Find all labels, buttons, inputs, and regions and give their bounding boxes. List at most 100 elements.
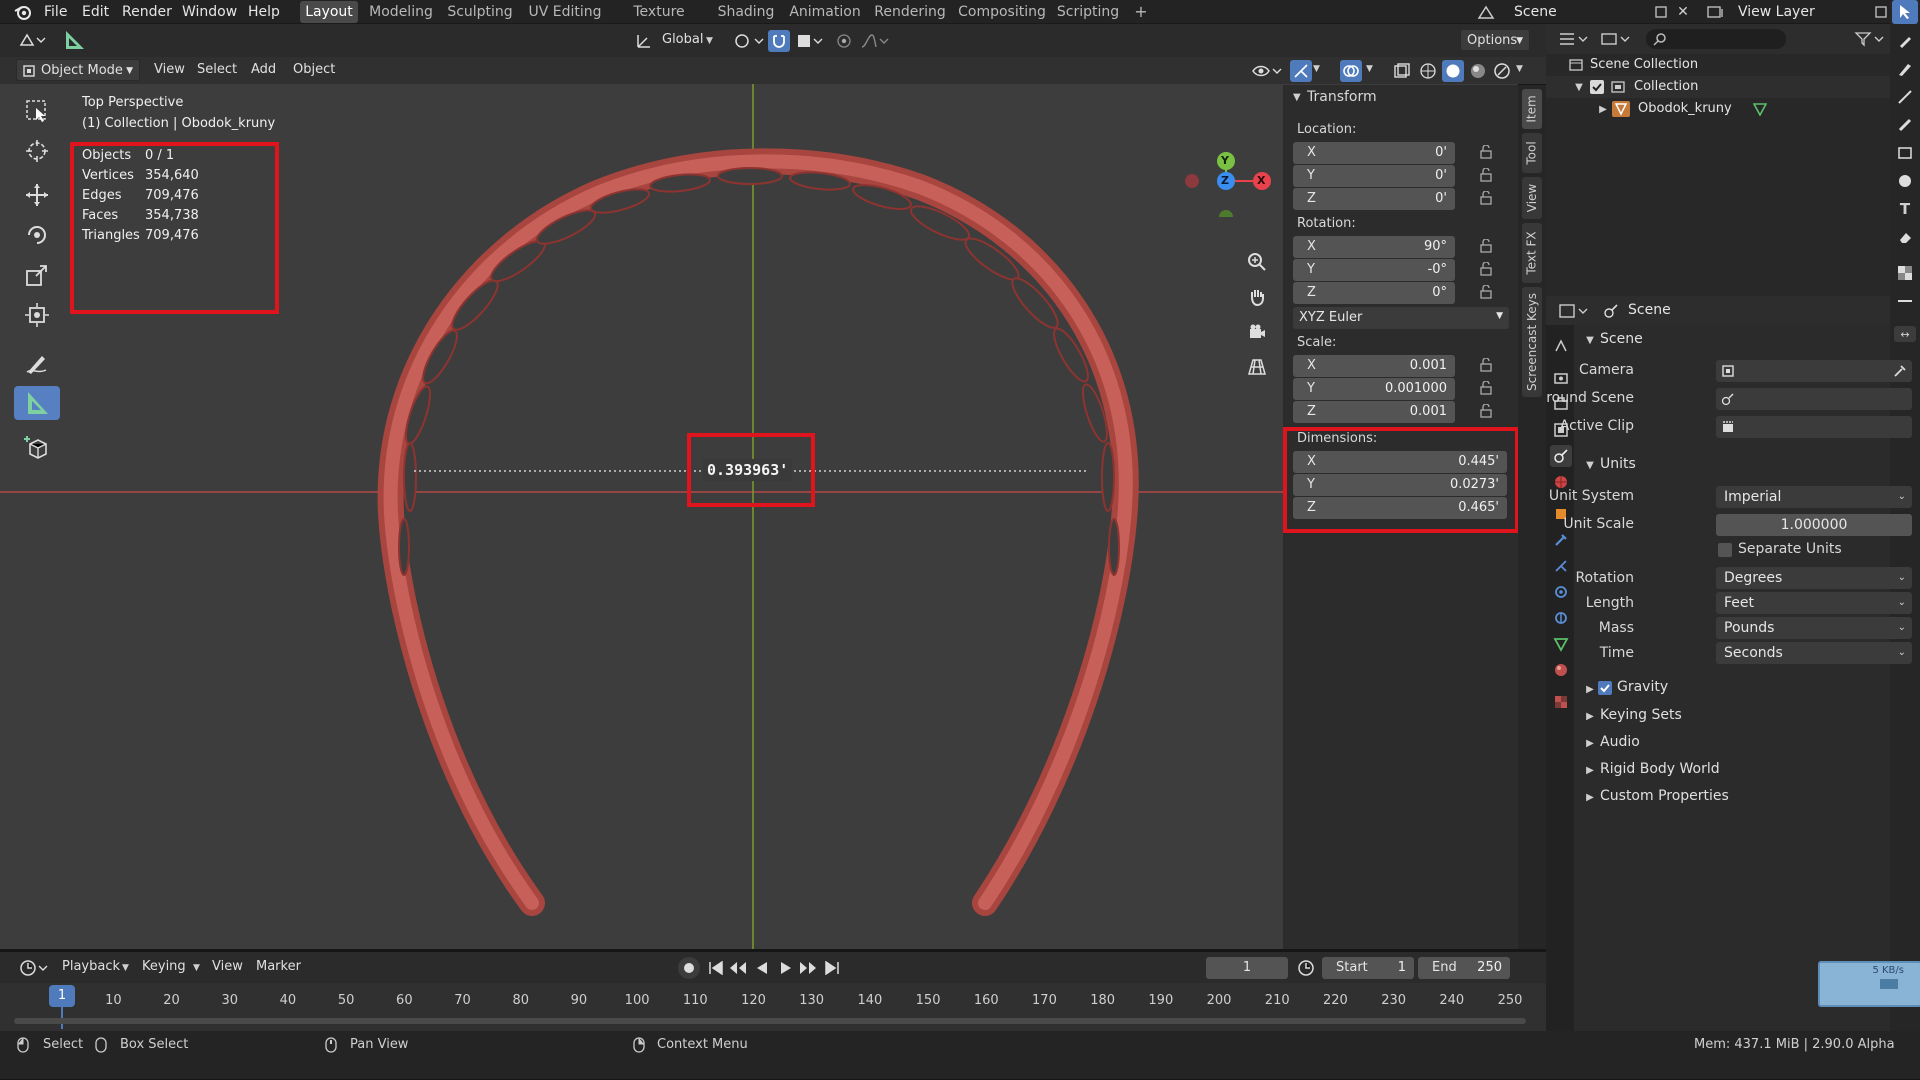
transform-tool-icon[interactable] (14, 298, 60, 332)
wireframe-shading-icon[interactable] (1418, 61, 1438, 81)
cursor-tool-icon[interactable] (14, 134, 60, 168)
scale-x-field[interactable]: X 0.001 (1293, 355, 1455, 377)
lock-scale-z-icon[interactable] (1479, 403, 1497, 420)
gravity-expand-icon[interactable]: ▶ (1584, 683, 1596, 695)
units-panel-collapse-icon[interactable]: ▼ (1584, 459, 1596, 471)
chevron-down-icon[interactable]: ▼ (1516, 64, 1523, 74)
menu-playback[interactable]: Playback (56, 956, 126, 978)
pivot-point-icon[interactable] (732, 31, 768, 51)
scene-panel-title[interactable]: Scene (1600, 331, 1643, 347)
lock-rotation-z-icon[interactable] (1479, 284, 1497, 301)
tab-text-fx[interactable]: Text FX (1522, 223, 1542, 283)
tab-layout[interactable]: Layout (300, 1, 358, 23)
mode-dropdown[interactable]: Object Mode ▼ (16, 59, 140, 81)
snap-toggle-icon[interactable] (768, 30, 790, 52)
move-tool-icon[interactable] (14, 178, 60, 212)
mesh-data-icon[interactable] (1752, 101, 1768, 117)
texture-props-icon[interactable] (1550, 691, 1572, 713)
camera-field[interactable] (1716, 360, 1912, 382)
tab-scripting[interactable]: Scripting (1054, 1, 1122, 23)
pen-tool-icon[interactable] (1896, 60, 1914, 78)
dimensions-x-field[interactable]: X 0.445' (1293, 451, 1507, 473)
lock-rotation-y-icon[interactable] (1479, 261, 1497, 278)
gizmo-y-label[interactable]: Y (1221, 154, 1229, 167)
outliner-row-object[interactable]: ▶ Obodok_kruny (1546, 98, 1890, 120)
blender-logo-icon[interactable] (14, 3, 32, 21)
transform-panel-title[interactable]: Transform (1307, 89, 1377, 105)
expand-collection-icon[interactable]: ▼ (1572, 79, 1586, 95)
annotate-tool-icon[interactable] (1896, 32, 1914, 50)
scale-z-field[interactable]: Z 0.001 (1293, 401, 1455, 423)
tab-sculpting[interactable]: Sculpting (444, 1, 516, 23)
add-workspace-icon[interactable]: + (1130, 1, 1152, 23)
preview-range-clock-icon[interactable] (1296, 958, 1316, 978)
measure-value-label[interactable]: 0.393963' (703, 459, 793, 481)
modifier-props-icon[interactable] (1550, 529, 1572, 551)
dimensions-z-field[interactable]: Z 0.465' (1293, 497, 1507, 519)
transform-orientation-icon[interactable] (634, 31, 654, 51)
tab-uv-editing[interactable]: UV Editing (524, 1, 606, 23)
perspective-toggle-icon[interactable] (1242, 352, 1272, 382)
tab-tool[interactable]: Tool (1522, 133, 1542, 173)
lock-location-z-icon[interactable] (1479, 190, 1497, 207)
checker-tool-icon[interactable] (1896, 264, 1914, 282)
outliner-search-input[interactable] (1646, 29, 1786, 49)
select-box-tool-icon[interactable] (14, 94, 60, 128)
chevron-down-icon[interactable]: ▼ (1366, 64, 1373, 74)
rotate-tool-icon[interactable] (14, 218, 60, 252)
jump-keyframe-forward-icon[interactable] (798, 958, 818, 978)
overlays-toggle-icon[interactable] (1340, 60, 1362, 82)
rotation-x-field[interactable]: X 90° (1293, 236, 1455, 258)
chevron-down-icon[interactable]: ▼ (1313, 64, 1320, 74)
tab-modeling[interactable]: Modeling (366, 1, 436, 23)
scale-tool-icon[interactable] (14, 258, 60, 292)
audio-expand-icon[interactable]: ▶ (1584, 737, 1596, 749)
viewport-editor-type-icon[interactable] (18, 30, 48, 50)
jump-end-icon[interactable] (822, 958, 842, 978)
keying-sets-expand-icon[interactable]: ▶ (1584, 710, 1596, 722)
visibility-icon[interactable] (1250, 61, 1286, 81)
menu-window[interactable]: Window (182, 0, 237, 24)
text-tool-icon[interactable]: T (1896, 200, 1914, 218)
jump-keyframe-back-icon[interactable] (728, 958, 748, 978)
network-speed-widget[interactable]: 5 KB/s (1818, 961, 1920, 1007)
props-editor-type-icon[interactable] (1556, 302, 1590, 320)
gizmo-x-label[interactable]: X (1257, 174, 1265, 187)
box-tool-icon[interactable] (1896, 144, 1914, 162)
scene-icon[interactable] (1476, 3, 1496, 21)
unit-system-dropdown[interactable]: Imperial ⌄ (1716, 486, 1912, 508)
mass-units-dropdown[interactable]: Pounds ⌄ (1716, 617, 1912, 639)
gravity-panel-title[interactable]: Gravity (1617, 679, 1668, 695)
lock-rotation-x-icon[interactable] (1479, 238, 1497, 255)
keying-sets-panel-title[interactable]: Keying Sets (1600, 707, 1682, 723)
menu-view[interactable]: View (148, 59, 191, 81)
measure-tool-icon[interactable] (14, 386, 60, 420)
time-units-dropdown[interactable]: Seconds ⌄ (1716, 642, 1912, 664)
rigid-body-panel-title[interactable]: Rigid Body World (1600, 761, 1720, 777)
tab-texture-paint[interactable]: Texture Paint (614, 1, 704, 42)
expand-icon[interactable]: ↔ (1894, 326, 1916, 342)
render-props-icon[interactable] (1550, 367, 1572, 389)
line-tool-icon[interactable] (1896, 88, 1914, 106)
outliner-row-scene-collection[interactable]: Scene Collection (1546, 54, 1890, 76)
length-units-dropdown[interactable]: Feet ⌄ (1716, 592, 1912, 614)
view-layer-icon[interactable] (1704, 3, 1728, 21)
rotation-mode-dropdown[interactable]: XYZ Euler ▼ (1293, 307, 1509, 329)
rotation-z-field[interactable]: Z 0° (1293, 282, 1455, 304)
zoom-icon[interactable] (1242, 247, 1272, 277)
location-z-field[interactable]: Z 0' (1293, 188, 1455, 210)
rotation-y-field[interactable]: Y -0° (1293, 259, 1455, 281)
tab-animation[interactable]: Animation (788, 1, 862, 23)
tab-rendering[interactable]: Rendering (870, 1, 950, 23)
new-view-layer-icon[interactable] (1872, 3, 1890, 21)
falloff-icon[interactable] (858, 31, 892, 51)
jump-start-icon[interactable] (706, 958, 726, 978)
background-scene-field[interactable] (1716, 388, 1912, 410)
unit-scale-field[interactable]: 1.000000 (1716, 514, 1912, 536)
gravity-checkbox[interactable] (1598, 681, 1612, 695)
active-tool-measure-icon[interactable] (62, 28, 88, 52)
current-frame-field[interactable]: 1 (1206, 957, 1288, 979)
particles-props-icon[interactable] (1550, 555, 1572, 577)
timeline-ruler[interactable]: 1102030405060708090100110120130140150160… (0, 983, 1546, 1031)
blob-tool-icon[interactable] (1896, 172, 1914, 190)
